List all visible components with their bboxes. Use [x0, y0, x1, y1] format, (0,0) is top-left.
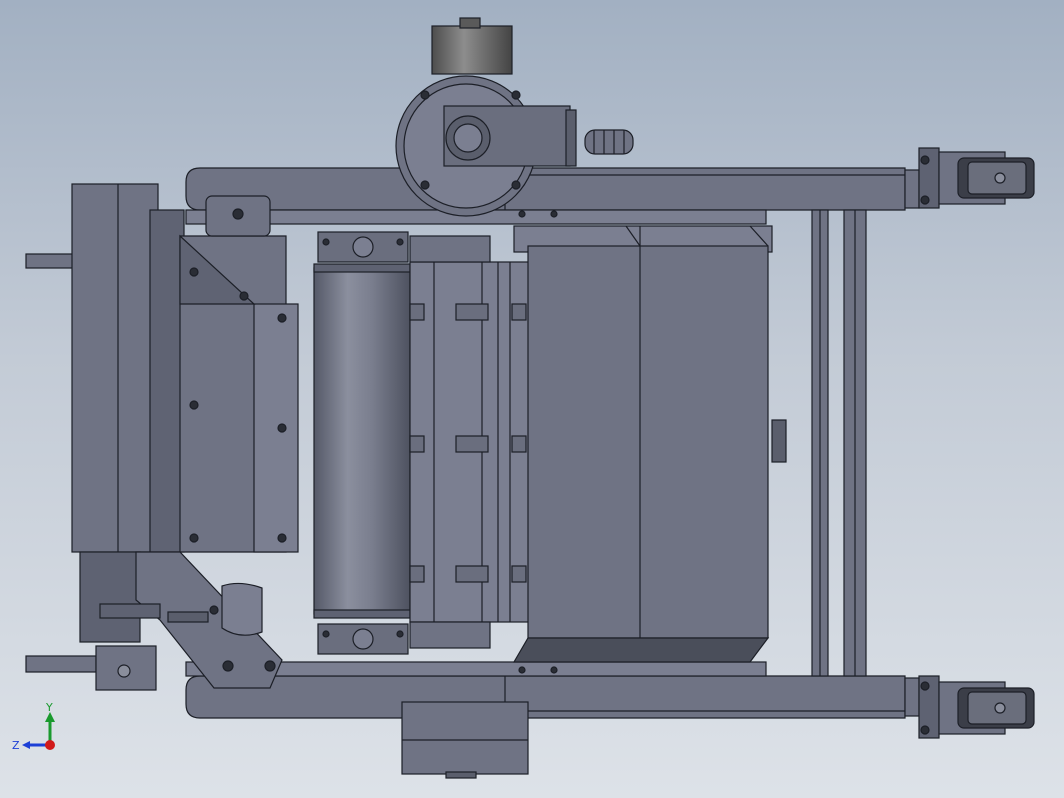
triad-y-label: Y [45, 701, 53, 714]
cad-viewport[interactable]: Y Z [0, 0, 1064, 798]
roller-rack [409, 235, 531, 649]
caster-wheel-top [904, 147, 1035, 209]
triad-z-label: Z [12, 739, 20, 752]
machine-assembly-drawing: Y Z [12, 17, 1035, 779]
main-roller-left [313, 231, 411, 655]
coordinate-triad: Y Z [12, 701, 55, 752]
gearbox-bottom [401, 701, 529, 779]
side-guard-plate [179, 195, 299, 553]
caster-wheel-bottom [904, 675, 1035, 739]
hopper-box [512, 210, 787, 674]
